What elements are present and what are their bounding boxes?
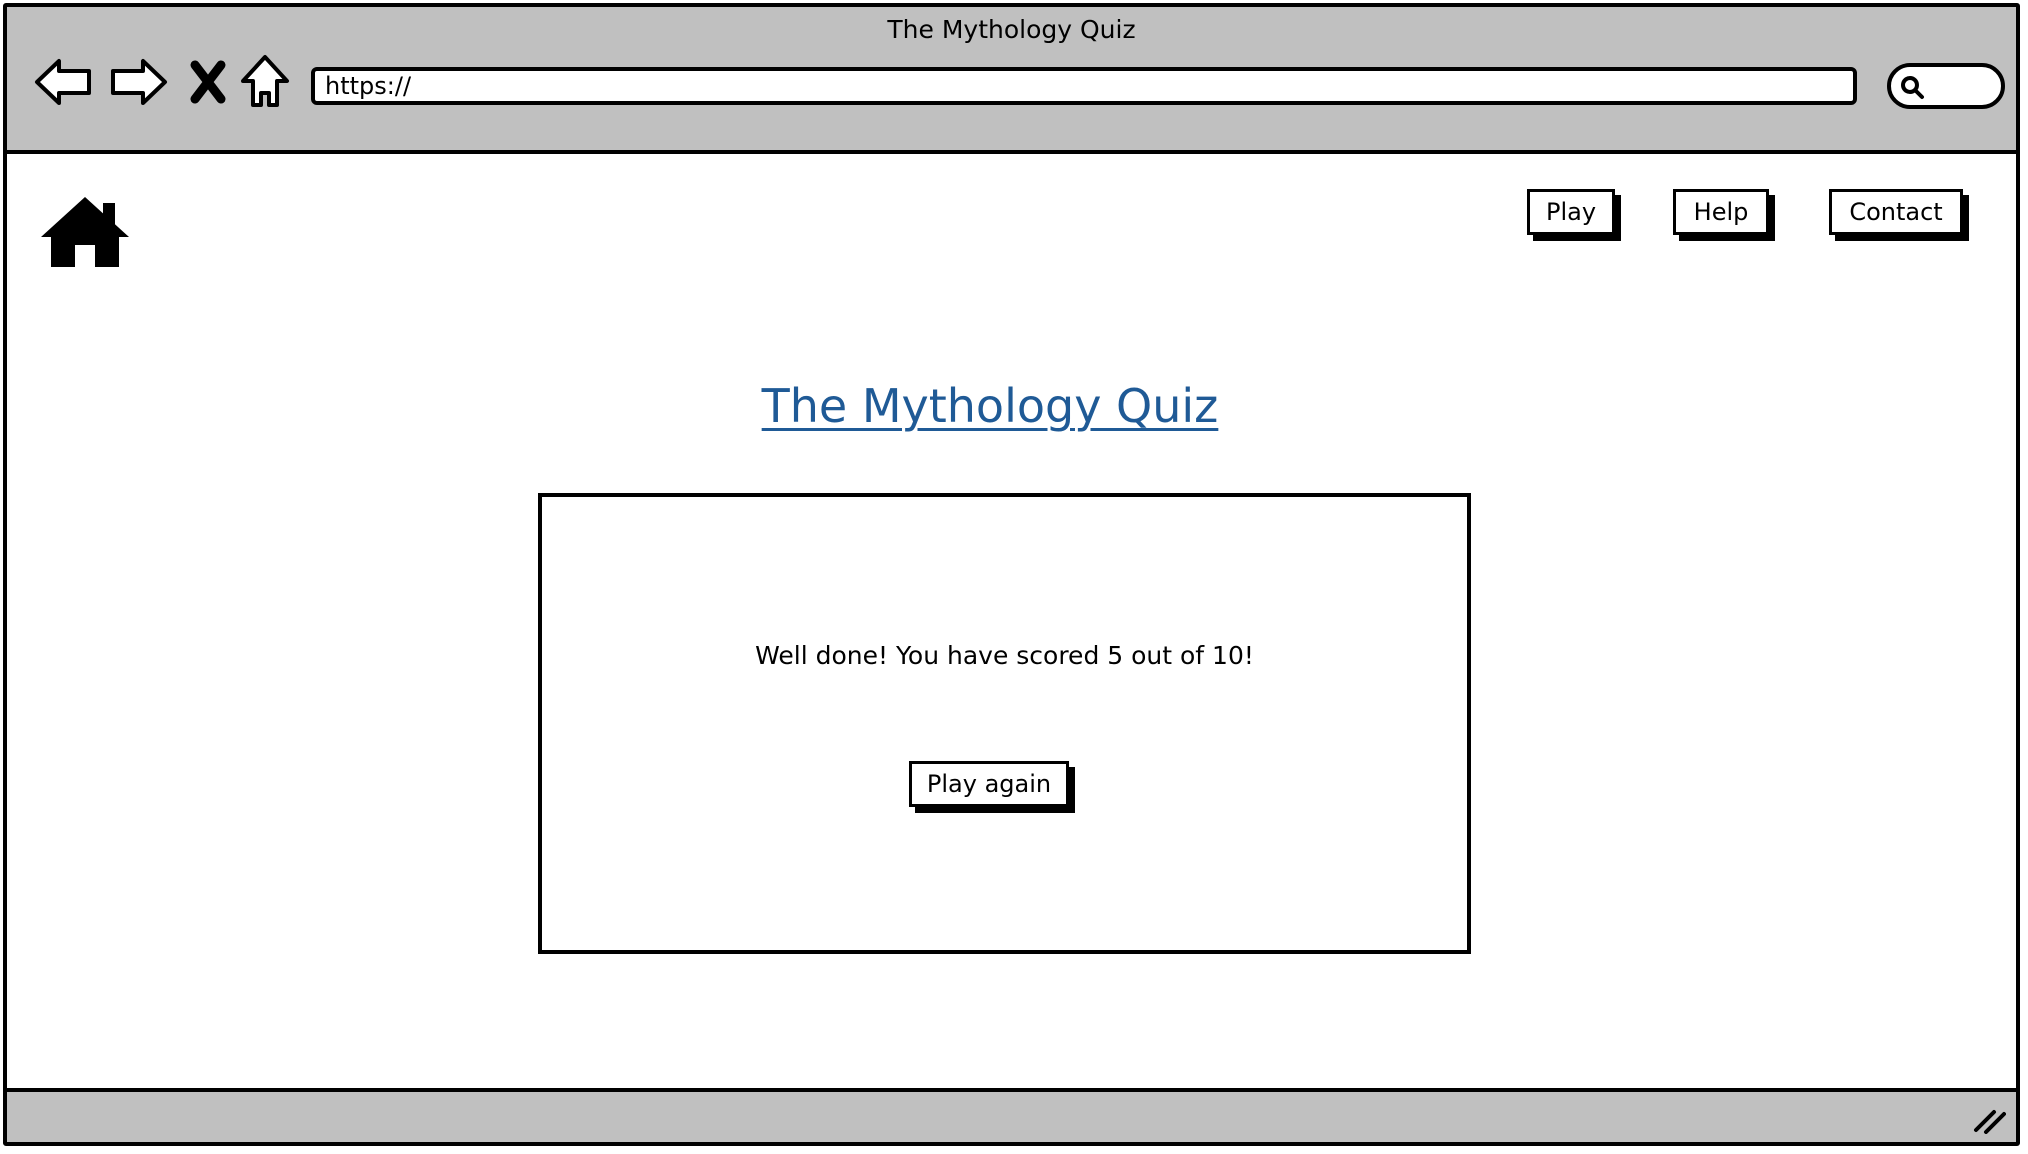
back-icon[interactable] [33,51,95,113]
nav-play-button[interactable]: Play [1527,189,1615,235]
home-icon[interactable] [239,51,291,113]
browser-toolbar: The Mythology Quiz https:// [7,7,2016,154]
result-panel: Well done! You have scored 5 out of 10! … [538,493,1471,954]
forward-icon[interactable] [107,51,169,113]
status-bar [7,1088,2016,1142]
browser-window: The Mythology Quiz https:// Play Help Co… [3,3,2020,1146]
search-icon [1901,76,1924,99]
house-icon[interactable] [39,193,131,271]
play-again-button[interactable]: Play again [909,761,1069,807]
resize-grip-icon[interactable] [1972,1106,2006,1134]
close-icon[interactable] [185,51,231,113]
score-message: Well done! You have scored 5 out of 10! [755,641,1254,670]
url-input[interactable]: https:// [311,67,1857,105]
page-title[interactable]: The Mythology Quiz [7,379,1973,433]
nav-contact-button[interactable]: Contact [1829,189,1963,235]
search-field[interactable] [1887,63,2005,109]
window-title: The Mythology Quiz [887,15,1136,44]
nav-help-button[interactable]: Help [1673,189,1769,235]
